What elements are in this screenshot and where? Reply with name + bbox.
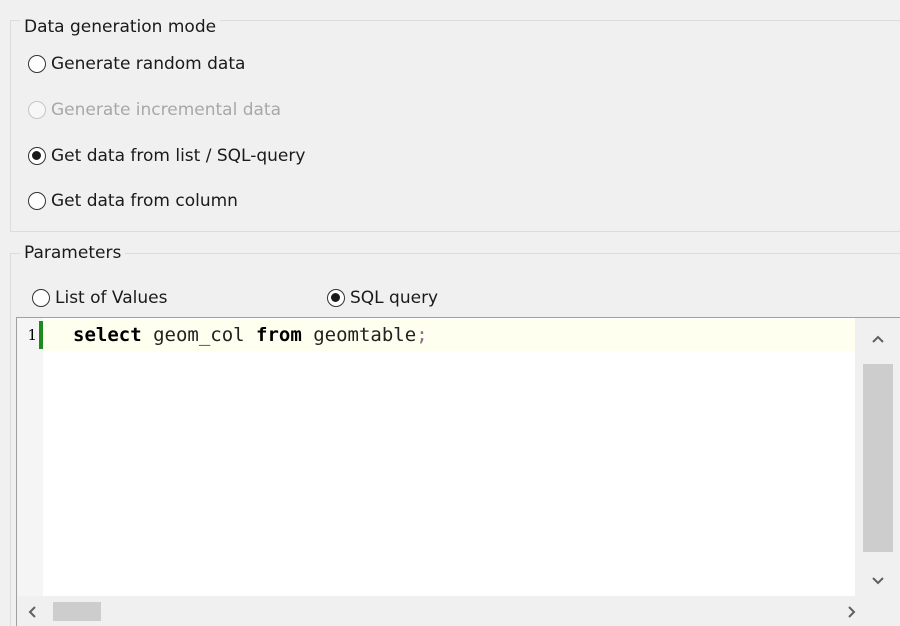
vertical-scrollbar[interactable] <box>855 318 900 596</box>
radio-circle <box>28 192 46 210</box>
radio-label: SQL query <box>350 288 439 308</box>
data-generator-panel: Data generation mode Generate random dat… <box>0 0 900 626</box>
horizontal-scroll-thumb[interactable] <box>53 602 101 621</box>
keyword-from: from <box>256 324 302 346</box>
code-identifier: geomtable <box>301 324 417 346</box>
vertical-scroll-thumb[interactable] <box>863 364 893 552</box>
radio-circle-selected <box>327 289 345 307</box>
list-of-values-radio[interactable]: List of Values <box>32 286 167 310</box>
generate-random-data-radio[interactable]: Generate random data <box>28 52 245 76</box>
data-generation-mode-title: Data generation mode <box>20 16 221 38</box>
radio-circle <box>28 55 46 73</box>
get-data-from-list-sql-radio[interactable]: Get data from list / SQL-query <box>28 144 305 168</box>
code-semicolon: ; <box>416 324 428 346</box>
radio-circle <box>32 289 50 307</box>
chevron-down-icon[interactable] <box>855 566 900 596</box>
radio-label: Get data from column <box>51 191 238 211</box>
chevron-right-icon[interactable] <box>837 596 867 626</box>
keyword-select: select <box>73 324 142 346</box>
horizontal-scrollbar[interactable] <box>17 596 900 626</box>
generate-incremental-data-radio: Generate incremental data <box>28 98 281 122</box>
line-number: 1 <box>27 326 37 344</box>
sql-query-radio[interactable]: SQL query <box>327 286 438 310</box>
radio-label: Get data from list / SQL-query <box>51 146 306 166</box>
get-data-from-column-radio[interactable]: Get data from column <box>28 189 238 213</box>
radio-circle-selected <box>28 147 46 165</box>
radio-label: Generate incremental data <box>51 100 282 120</box>
radio-label: Generate random data <box>51 54 246 74</box>
radio-label: List of Values <box>55 288 168 308</box>
parameters-title: Parameters <box>20 242 126 264</box>
line-number-gutter: 1 <box>17 318 43 596</box>
scrollbar-corner <box>871 596 900 626</box>
sql-editor[interactable]: 1 select geom_col from geomtable; <box>16 317 900 626</box>
code-identifier: geom_col <box>141 324 257 346</box>
chevron-left-icon[interactable] <box>17 596 47 626</box>
sql-code-line[interactable]: select geom_col from geomtable; <box>73 323 428 347</box>
chevron-up-icon[interactable] <box>855 324 900 354</box>
radio-circle <box>28 101 46 119</box>
